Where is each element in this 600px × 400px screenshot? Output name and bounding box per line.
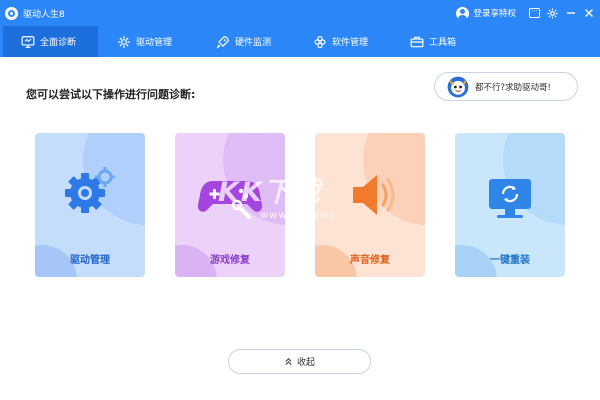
gear-icon [118, 35, 130, 48]
help-button[interactable]: 都不行?求助驱动哥! [434, 72, 578, 101]
close-icon[interactable] [583, 8, 594, 19]
message-icon[interactable]: ··· [529, 8, 540, 19]
tab-full-diagnosis[interactable]: 全面诊断 [3, 26, 98, 57]
tab-label: 全面诊断 [40, 38, 77, 48]
mascot-icon [447, 76, 469, 97]
card-label: 一键重装 [490, 255, 530, 266]
tab-label: 软件管理 [332, 38, 369, 48]
card-driver-manage[interactable]: 驱动管理 [35, 133, 145, 277]
tab-label: 驱动管理 [136, 38, 173, 48]
app-title: 驱动人生8 [23, 9, 65, 20]
tab-label: 硬件监测 [235, 38, 272, 48]
collapse-label: 收起 [296, 358, 315, 368]
nav-bar: 全面诊断 驱动管理 硬件监测 软件管理 工具箱 [0, 26, 600, 57]
collapse-button[interactable]: 收起 [228, 349, 371, 374]
tab-label: 工具箱 [429, 38, 457, 48]
app-logo-icon [5, 6, 18, 20]
tab-toolbox[interactable]: 工具箱 [410, 26, 456, 57]
user-icon[interactable] [456, 6, 470, 20]
toolbox-icon [410, 36, 424, 47]
card-label: 游戏修复 [210, 255, 250, 266]
gear-icon[interactable] [547, 7, 558, 19]
chevron-up-icon [285, 358, 292, 366]
title-bar: 驱动人生8 登录享特权 ··· [0, 0, 600, 26]
apps-icon [314, 35, 326, 48]
tab-driver-manage[interactable]: 驱动管理 [117, 26, 172, 57]
titlebar-controls: 登录享特权 ··· [456, 0, 594, 26]
tab-software-manage[interactable]: 软件管理 [313, 26, 368, 57]
page-prompt: 您可以尝试以下操作进行问题诊断: [26, 88, 196, 101]
card-game-repair[interactable]: 游戏修复 [175, 133, 285, 277]
tab-hardware-monitor[interactable]: 硬件监测 [216, 26, 271, 57]
card-label: 声音修复 [350, 255, 390, 266]
minimize-icon[interactable] [565, 8, 576, 19]
card-one-click-reinstall[interactable]: 一键重装 [455, 133, 565, 277]
rocket-icon [216, 35, 229, 49]
card-label: 驱动管理 [70, 255, 110, 266]
help-label: 都不行?求助驱动哥! [475, 82, 551, 93]
login-link[interactable]: 登录享特权 [473, 7, 516, 19]
card-sound-repair[interactable]: 声音修复 [315, 133, 425, 277]
monitor-icon [21, 35, 35, 48]
